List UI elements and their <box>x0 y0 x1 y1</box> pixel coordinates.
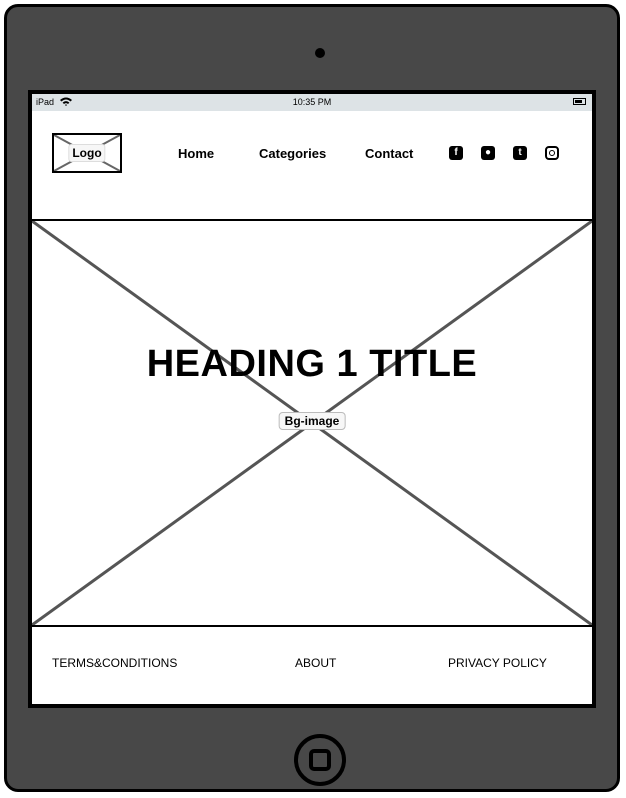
home-button-square <box>309 749 331 771</box>
footer-about-link[interactable]: ABOUT <box>295 656 336 670</box>
footer-terms-link[interactable]: TERMS&CONDITIONS <box>52 656 177 670</box>
nav-categories-link[interactable]: Categories <box>259 146 326 161</box>
logo-label: Logo <box>68 144 106 162</box>
battery-icon <box>573 98 586 105</box>
camera-dot <box>315 48 325 58</box>
hero-section: HEADING 1 TITLE Bg-image <box>32 219 592 627</box>
instagram-icon[interactable] <box>545 146 559 160</box>
nav-contact-link[interactable]: Contact <box>365 146 413 161</box>
status-bar: iPad 10:35 PM <box>32 94 592 111</box>
github-icon[interactable]: ● <box>481 146 495 160</box>
device-screen: iPad 10:35 PM Logo Home Categories Conta… <box>28 90 596 708</box>
hero-heading: HEADING 1 TITLE <box>146 343 478 385</box>
hero-image-label: Bg-image <box>278 412 346 430</box>
nav-home-link[interactable]: Home <box>178 146 214 161</box>
twitter-icon[interactable]: t <box>513 146 527 160</box>
facebook-icon[interactable]: f <box>449 146 463 160</box>
footer-privacy-link[interactable]: PRIVACY POLICY <box>448 656 547 670</box>
home-button[interactable] <box>294 734 346 786</box>
status-time: 10:35 PM <box>292 97 332 107</box>
logo[interactable]: Logo <box>52 133 122 173</box>
